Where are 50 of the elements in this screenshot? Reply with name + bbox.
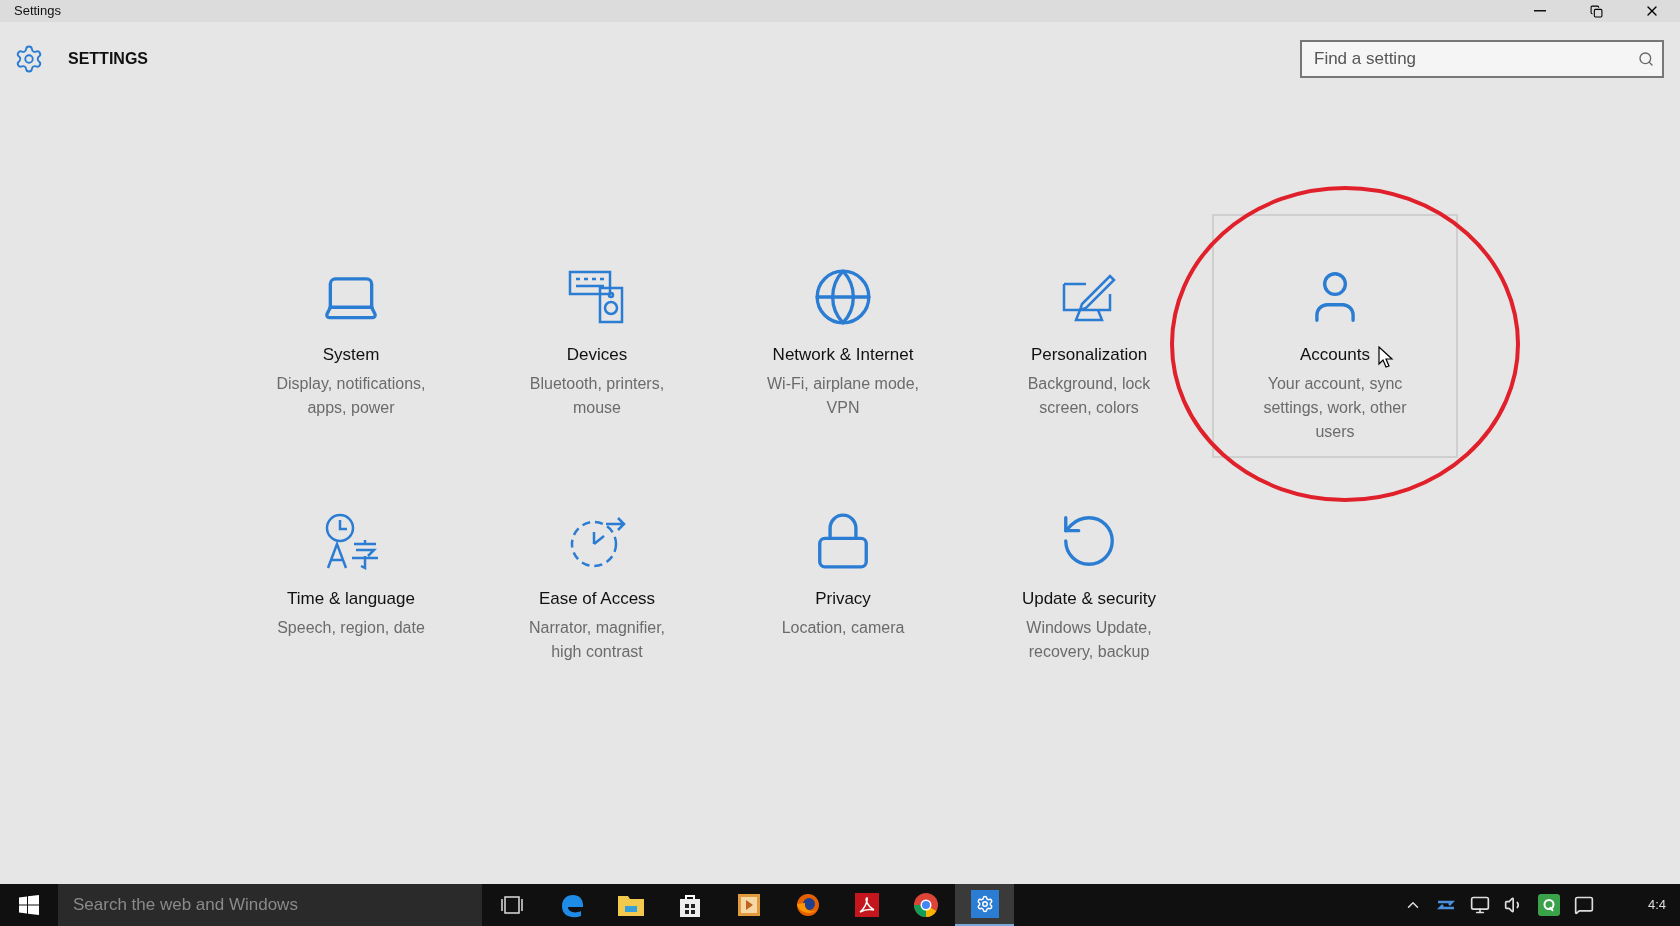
notification-icon[interactable] [1573,895,1594,915]
category-description: Windows Update, recovery, backup [1025,617,1153,662]
folder-icon [616,893,645,917]
category-description: Your account, sync settings, work, other users [1262,373,1408,442]
category-description: Background, lock screen, colors [1026,373,1152,418]
taskbar-app[interactable] [955,884,1014,926]
category-tile[interactable]: Privacy Location, camera [720,458,966,702]
category-tile[interactable]: Devices Bluetooth, printers, mouse [474,214,720,458]
category-title: Personalization [1030,344,1148,366]
settings-icon [14,44,44,74]
category-description: Narrator, magnifier, high contrast [527,617,667,662]
category-tile[interactable]: Personalization Background, lock screen, colors [966,214,1212,458]
chrome-icon [912,892,939,918]
category-title: Network & Internet [772,344,914,366]
category-tile[interactable]: Ease of Access Narrator, magnifier, high contrast [474,458,720,702]
category-title: Time & language [287,588,415,610]
minimize-icon [1534,10,1546,12]
shopping-bag-icon [677,892,702,918]
window-title: Settings [14,2,61,21]
category-title: Accounts [1300,344,1370,366]
category-tile[interactable]: Update & security Windows Update, recovery, backup [966,458,1212,702]
category-title: Devices [566,344,628,366]
category-tile[interactable]: Time & language Speech, region, date [228,458,474,702]
network-icon[interactable] [1469,895,1490,915]
windows-icon [19,895,39,915]
clock[interactable]: 4:4 [1647,895,1666,915]
category-description: Wi-Fi, airplane mode, VPN [765,373,920,418]
q-app-icon[interactable] [1537,894,1560,916]
task-view-icon [499,895,525,915]
category-tile[interactable]: Accounts Your account, sync settings, work, other users [1212,214,1458,458]
category-tile[interactable]: Network & Internet Wi-Fi, airplane mode, VPN [720,214,966,458]
restore-icon [1589,4,1603,18]
category-description: Speech, region, date [276,617,426,638]
category-tile[interactable]: System Display, notifications, apps, power [228,214,474,458]
category-description: Display, notifications, apps, power [275,373,427,418]
taskbar-search-field[interactable]: Search the web and Windows [58,884,482,926]
gear-icon [970,890,999,918]
category-title: Privacy [815,588,871,610]
category-title: Ease of Access [538,588,656,610]
page-title: SETTINGS [68,49,148,69]
category-description: Bluetooth, printers, mouse [528,373,666,418]
pdf-icon [853,892,880,918]
category-description: Location, camera [780,617,906,638]
category-title: System [322,344,380,366]
category-title: Update & security [1021,588,1157,610]
search-field[interactable]: Find a setting [1300,40,1664,78]
mouse-cursor-icon [1378,346,1394,368]
firefox-icon [794,892,821,918]
media-player-icon [735,892,762,918]
search-icon [1638,51,1654,67]
